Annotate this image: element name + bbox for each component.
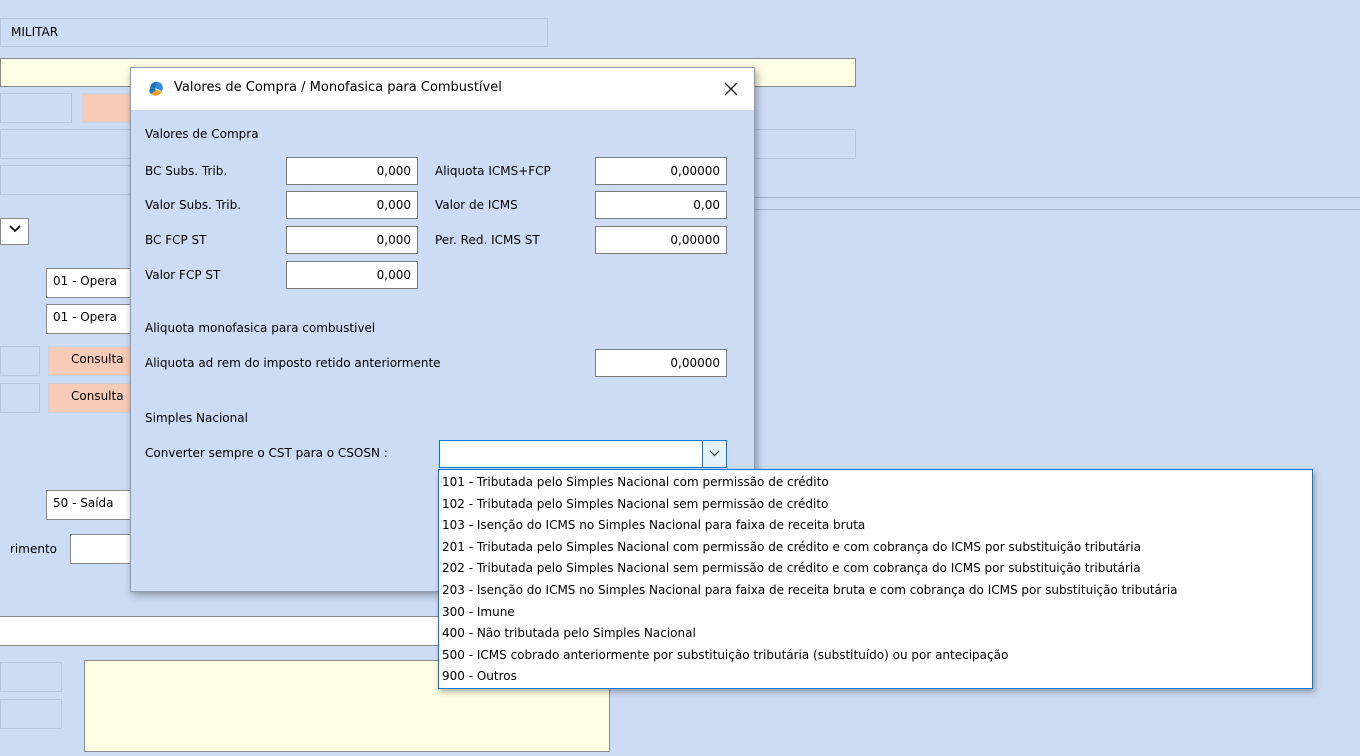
rimento-text: rimento bbox=[10, 542, 57, 556]
bc-subs-trib-input[interactable]: 0,000 bbox=[286, 157, 418, 185]
app-logo-icon bbox=[149, 81, 163, 96]
operation-select-1[interactable]: 01 - Opera bbox=[46, 268, 136, 298]
consult-1-label: Consulta bbox=[71, 352, 124, 366]
csosn-option-400[interactable]: 400 - Não tributada pelo Simples Naciona… bbox=[439, 623, 1312, 645]
csosn-option-101[interactable]: 101 - Tributada pelo Simples Nacional co… bbox=[439, 472, 1312, 494]
dialog-title: Valores de Compra / Monofasica para Comb… bbox=[174, 80, 502, 95]
section-valores-compra: Valores de Compra bbox=[145, 127, 259, 141]
wide-field-row4[interactable] bbox=[0, 165, 150, 195]
saida-select[interactable]: 50 - Saída bbox=[46, 490, 136, 520]
csosn-option-500[interactable]: 500 - ICMS cobrado anteriormente por sub… bbox=[439, 645, 1312, 667]
csosn-option-203[interactable]: 203 - Isenção do ICMS no Simples Naciona… bbox=[439, 580, 1312, 602]
csosn-options-list: 101 - Tributada pelo Simples Nacional co… bbox=[438, 469, 1313, 689]
bc-subs-trib-label: BC Subs. Trib. bbox=[145, 164, 228, 178]
bc-fcp-st-label: BC FCP ST bbox=[145, 233, 207, 247]
rimento-label: rimento bbox=[10, 542, 57, 556]
csosn-option-900[interactable]: 900 - Outros bbox=[439, 666, 1312, 688]
militar-field[interactable]: MILITAR bbox=[0, 18, 548, 47]
aliquota-icms-fcp-label: Aliquota ICMS+FCP bbox=[435, 164, 551, 178]
operation-2-text: 01 - Opera bbox=[53, 310, 117, 324]
divider-line bbox=[755, 197, 1360, 210]
adrem-input[interactable]: 0,00000 bbox=[595, 349, 727, 377]
valor-icms-input[interactable]: 0,00 bbox=[595, 191, 727, 219]
per-red-icms-st-input[interactable]: 0,00000 bbox=[595, 226, 727, 254]
bc-fcp-st-input[interactable]: 0,000 bbox=[286, 226, 418, 254]
valor-subs-trib-label: Valor Subs. Trib. bbox=[145, 198, 242, 212]
small-field-left[interactable] bbox=[0, 93, 72, 123]
adrem-label: Aliquota ad rem do imposto retido anteri… bbox=[145, 356, 441, 370]
consult-button-2[interactable]: Consulta bbox=[48, 383, 138, 413]
small-field-row8[interactable] bbox=[0, 383, 40, 413]
csosn-option-103[interactable]: 103 - Isenção do ICMS no Simples Naciona… bbox=[439, 515, 1312, 537]
chevron-down-icon bbox=[709, 450, 720, 457]
close-button[interactable] bbox=[708, 68, 754, 110]
section-aliquota-monofasica: Aliquota monofasica para combustivel bbox=[145, 321, 376, 335]
valor-fcp-st-input[interactable]: 0,000 bbox=[286, 261, 418, 289]
aliquota-icms-fcp-input[interactable]: 0,00000 bbox=[595, 157, 727, 185]
chevron-down-icon bbox=[9, 225, 21, 233]
per-red-icms-st-label: Per. Red. ICMS ST bbox=[435, 233, 540, 247]
csosn-dropdown-button[interactable] bbox=[702, 441, 726, 467]
operation-1-text: 01 - Opera bbox=[53, 274, 117, 288]
csosn-option-300[interactable]: 300 - Imune bbox=[439, 602, 1312, 624]
militar-text: MILITAR bbox=[11, 25, 59, 39]
wide-white-field[interactable] bbox=[0, 616, 440, 646]
valor-fcp-st-label: Valor FCP ST bbox=[145, 268, 221, 282]
valor-icms-label: Valor de ICMS bbox=[435, 198, 518, 212]
valor-subs-trib-input[interactable]: 0,000 bbox=[286, 191, 418, 219]
dialog-titlebar[interactable]: Valores de Compra / Monofasica para Comb… bbox=[131, 68, 754, 110]
csosn-option-201[interactable]: 201 - Tributada pelo Simples Nacional co… bbox=[439, 537, 1312, 559]
section-simples-nacional: Simples Nacional bbox=[145, 411, 248, 425]
dropdown-partial[interactable] bbox=[0, 218, 29, 245]
csosn-option-102[interactable]: 102 - Tributada pelo Simples Nacional se… bbox=[439, 494, 1312, 516]
saida-text: 50 - Saída bbox=[53, 496, 114, 510]
small-field-row7[interactable] bbox=[0, 346, 40, 376]
close-icon bbox=[724, 82, 738, 96]
csosn-label: Converter sempre o CST para o CSOSN : bbox=[145, 446, 388, 460]
bottom-field-2[interactable] bbox=[0, 699, 62, 729]
csosn-select[interactable] bbox=[439, 440, 727, 468]
consult-2-label: Consulta bbox=[71, 389, 124, 403]
operation-select-2[interactable]: 01 - Opera bbox=[46, 304, 136, 334]
csosn-option-202[interactable]: 202 - Tributada pelo Simples Nacional se… bbox=[439, 558, 1312, 580]
consult-button-1[interactable]: Consulta bbox=[48, 346, 138, 376]
bottom-field-1[interactable] bbox=[0, 662, 62, 692]
